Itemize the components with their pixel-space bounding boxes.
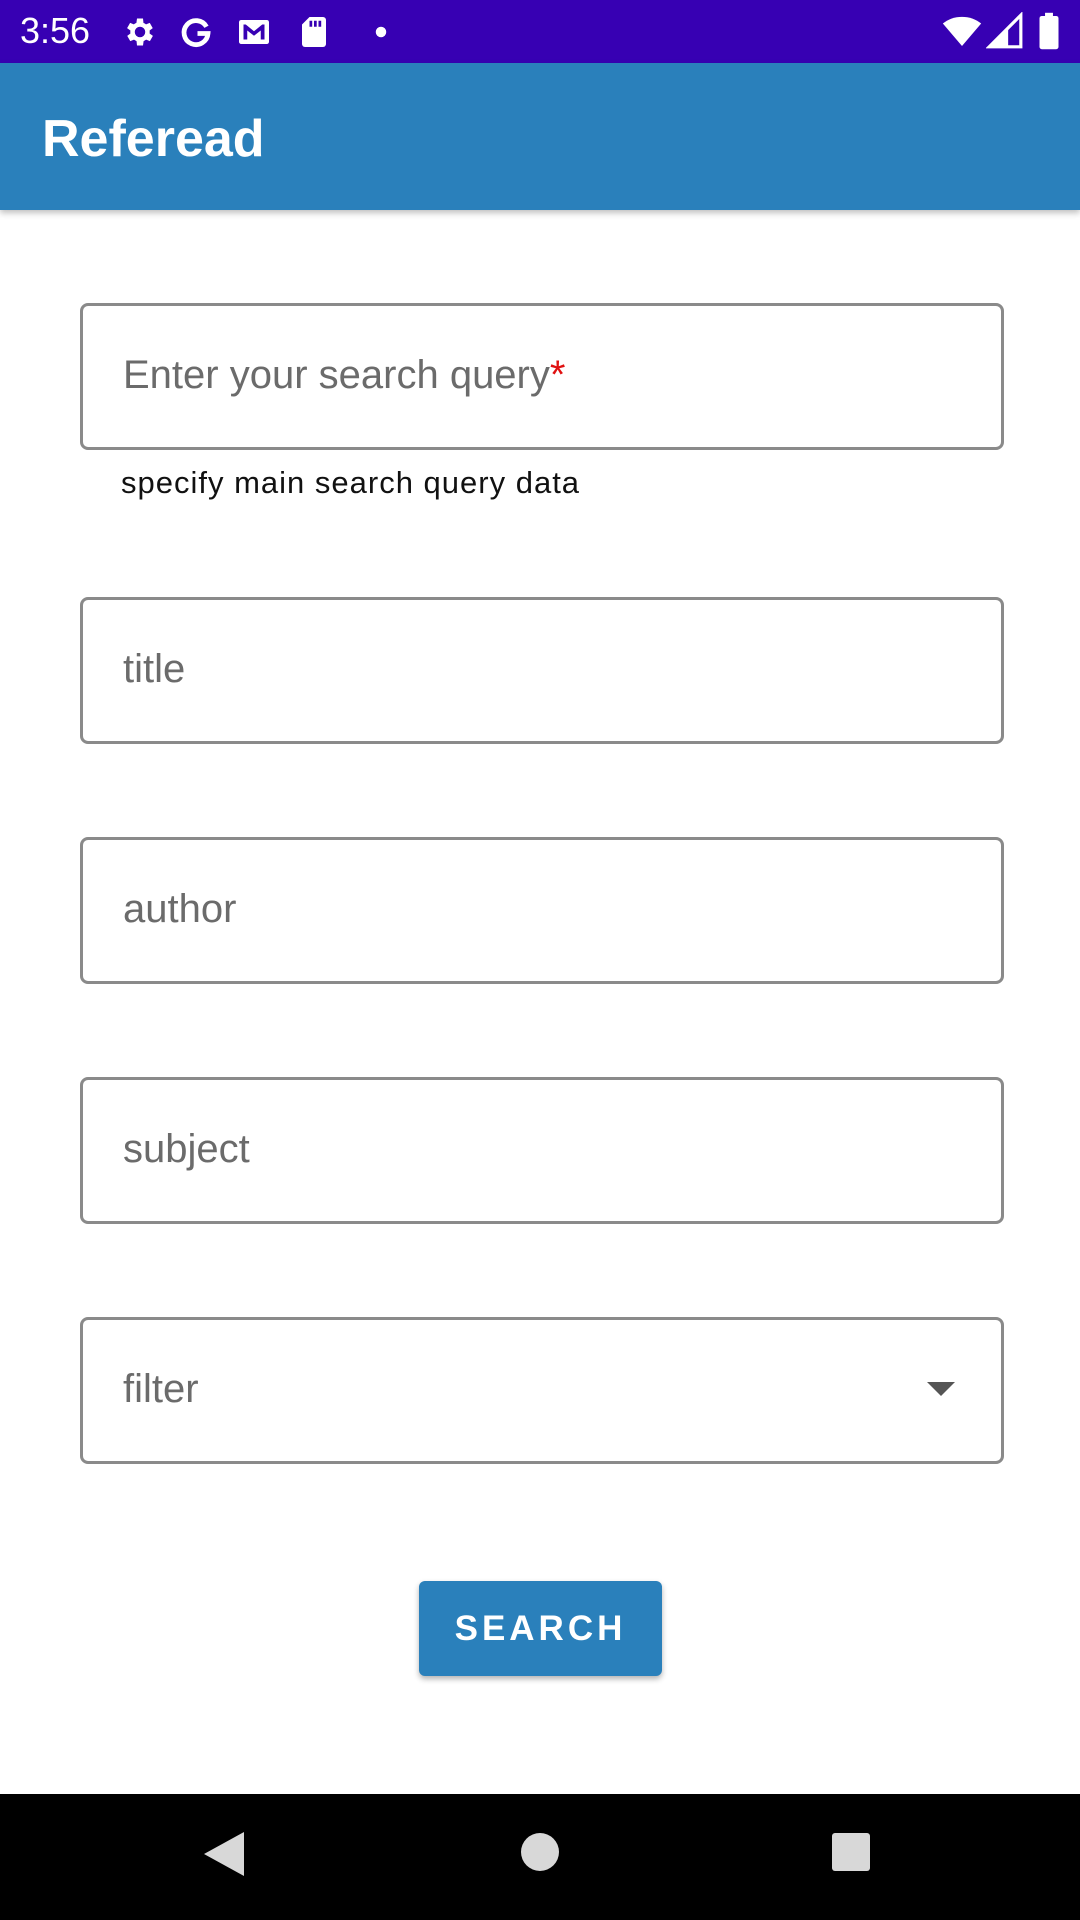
navigation-bar [0, 1794, 1080, 1920]
dropdown-arrow-icon[interactable] [927, 1382, 955, 1396]
sd-card-icon [302, 17, 326, 47]
recents-icon[interactable] [832, 1833, 870, 1871]
subject-field[interactable]: subject [80, 1077, 1004, 1224]
subject-placeholder: subject [123, 1127, 250, 1171]
author-field[interactable]: author [80, 837, 1004, 984]
status-time: 3:56 [20, 10, 91, 51]
title-placeholder: title [123, 647, 186, 691]
search-button[interactable]: SEARCH [419, 1581, 662, 1676]
app-bar: Referead [0, 63, 1080, 210]
gmail-icon [239, 20, 269, 44]
app-title: Referead [42, 110, 265, 168]
signal-icon [986, 12, 1023, 49]
wifi-icon [942, 16, 982, 46]
required-marker: * [549, 353, 566, 397]
status-bar: 3:56 [0, 0, 1080, 63]
battery-icon [1039, 12, 1059, 50]
dot-icon [375, 26, 387, 38]
search-query-helper-text: specify main search query data [121, 465, 581, 500]
home-icon[interactable] [521, 1833, 559, 1871]
back-icon[interactable] [204, 1832, 244, 1876]
search-query-placeholder: Enter your search query* [123, 353, 566, 397]
filter-placeholder: filter [123, 1367, 199, 1411]
author-placeholder: author [123, 887, 237, 931]
google-icon [181, 18, 211, 47]
title-field[interactable]: title [80, 597, 1004, 744]
gear-icon [127, 18, 153, 46]
filter-select[interactable]: filter [80, 1317, 1004, 1464]
search-query-field[interactable]: Enter your search query* [80, 303, 1004, 450]
